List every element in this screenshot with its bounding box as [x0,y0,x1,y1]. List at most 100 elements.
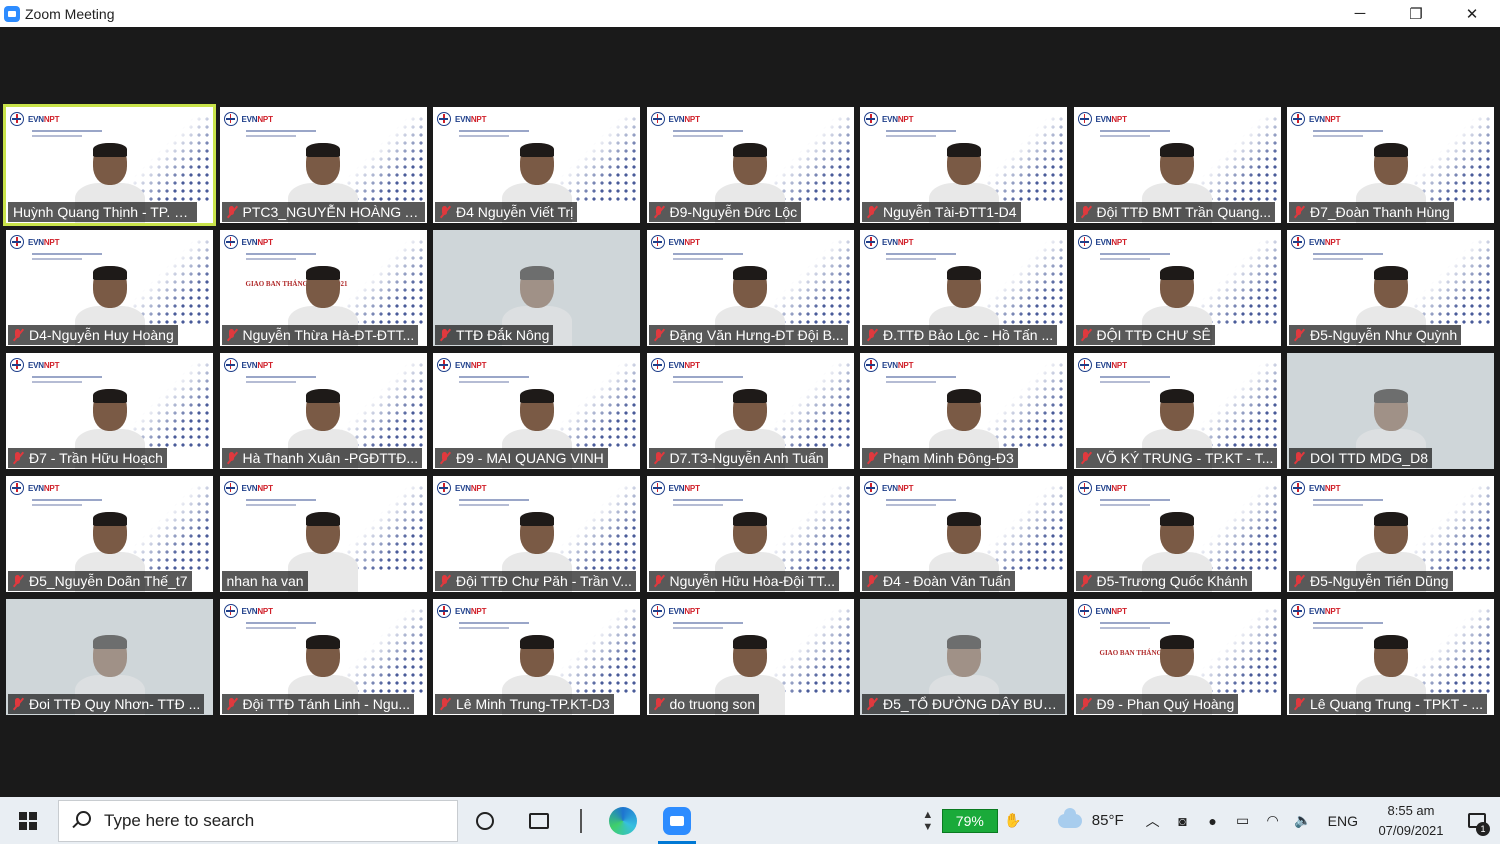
evn-logo-icon: EVNNPT [864,358,913,372]
cortana-button[interactable] [458,797,512,844]
close-button[interactable]: ✕ [1444,0,1500,27]
participant-tile[interactable]: EVNNPT Đ7 - Trần Hữu Hoạch [6,353,213,469]
participant-name: Huỳnh Quang Thịnh - TP. KT... [13,204,193,220]
participant-tile[interactable]: EVNNPT Đội TTĐ Tánh Linh - Ngu... [219,599,427,715]
zoom-logo-icon [4,5,20,22]
participant-tile[interactable]: TTĐ Đắk Nông [433,230,640,346]
evn-logo-icon: EVNNPT [437,112,486,126]
logo-subtitle-line [32,258,82,260]
participant-name: Đặng Văn Hưng-ĐT Đội B... [669,327,844,343]
logo-subtitle-line [1313,258,1363,260]
zoom-app-button[interactable] [650,797,704,844]
participant-tile[interactable]: EVNNPT PTC3_NGUYỄN HOÀNG A... [219,107,427,223]
participant-tile[interactable]: EVNNPT Đ4 Nguyễn Viết Trị [433,107,640,223]
battery-widget[interactable]: 79% [941,808,998,833]
participant-nameplate: VÕ KÝ TRUNG - TP.KT - T... [1075,448,1278,468]
camera-icon[interactable]: ◙ [1168,797,1198,844]
start-button[interactable] [0,797,56,844]
participant-name: do truong son [669,696,756,712]
tray-scroll-arrows-icon[interactable]: ▲ ▼ [920,809,936,833]
participant-tile[interactable]: EVNNPT Huỳnh Quang Thịnh - TP. KT... [3,104,216,226]
participant-tile[interactable]: Đoi TTĐ Quy Nhơn- TTĐ ... [6,599,213,715]
participant-tile[interactable]: Đ5_TỔ ĐƯỜNG DÂY BUÔ... [860,599,1067,715]
participant-tile[interactable]: EVNNPT Phạm Minh Đông-Đ3 [860,353,1067,469]
logo-subtitle-line [672,622,743,624]
participant-tile[interactable]: EVNNPT D4-Nguyễn Huy Hoàng [6,230,213,346]
logo-subtitle-line [245,627,296,629]
participant-tile[interactable]: EVNNPT Nguyễn Tài-ĐTT1-D4 [860,107,1067,223]
participant-tile[interactable]: EVNNPT Nguyễn Hữu Hòa-Đội TT... [646,476,854,592]
participant-name: Đ5-Nguyễn Tiến Dũng [1310,573,1449,589]
restore-button[interactable]: ❐ [1388,0,1444,27]
evn-logo-icon: EVNNPT [1077,604,1127,618]
volume-icon[interactable]: 🔈 [1288,797,1318,844]
evn-logo-icon: EVNNPT [10,235,59,249]
logo-subtitle-line [245,258,296,260]
logo-subtitle-line [672,499,743,501]
muted-mic-icon [864,327,880,343]
logo-subtitle-line [459,381,509,383]
minimize-button[interactable]: ─ [1332,0,1388,27]
muted-mic-icon [1078,204,1094,220]
participant-tile[interactable]: EVNNPT Đ5-Nguyễn Như Quỳnh [1287,230,1494,346]
evn-logo-icon: EVNNPT [10,481,59,495]
participant-nameplate: Đ5_Nguyễn Doãn Thế_t7 [8,571,192,591]
participant-tile[interactable]: EVNNPT VÕ KÝ TRUNG - TP.KT - T... [1073,353,1281,469]
logo-subtitle-line [459,627,509,629]
participant-tile[interactable]: EVNNPT Đặng Văn Hưng-ĐT Đội B... [646,230,854,346]
show-hidden-icons-chevron-icon[interactable]: ︿ [1138,797,1168,844]
participant-tile[interactable]: EVNNPT Đ4 - Đoàn Văn Tuấn [860,476,1067,592]
participant-tile[interactable]: EVNNPT Lê Minh Trung-TP.KT-D3 [433,599,640,715]
logo-subtitle-line [32,499,102,501]
battery-icon[interactable]: ▭ [1228,797,1258,844]
participant-name: Đ9 - Phan Quý Hoàng [1096,696,1235,712]
muted-mic-icon [224,204,240,220]
participant-tile[interactable]: EVNNPT Lê Quang Trung - TPKT - ... [1287,599,1494,715]
participant-name: Nguyễn Hữu Hòa-Đội TT... [669,573,836,589]
participant-tile[interactable]: EVNNPT Đội TTĐ BMT Trần Quang... [1073,107,1281,223]
participant-tile[interactable]: DOI TTD MDG_D8 [1287,353,1494,469]
participant-tile[interactable]: EVNNPT Đ5-Trương Quốc Khánh [1073,476,1281,592]
participant-tile[interactable]: EVNNPT Hà Thanh Xuân -PGĐTTĐ... [219,353,427,469]
participant-tile[interactable]: EVNNPT Đ7_Đoàn Thanh Hùng [1287,107,1494,223]
muted-mic-icon [224,696,240,712]
participant-tile[interactable]: EVNNPT Đội TTĐ Chư Păh - Trần V... [433,476,640,592]
participant-tile[interactable]: EVNNPT Đ9 - MAI QUANG VINH [433,353,640,469]
taskbar-search-box[interactable]: Type here to search [58,799,458,842]
participant-tile[interactable]: EVNNPT D7.T3-Nguyễn Anh Tuấn [646,353,854,469]
microphone-icon[interactable]: ● [1198,797,1228,844]
logo-subtitle-line [672,135,723,137]
participant-nameplate: Đ5-Trương Quốc Khánh [1075,571,1252,591]
muted-mic-icon [864,204,880,220]
participant-nameplate: Đặng Văn Hưng-ĐT Đội B... [648,325,848,345]
wifi-icon[interactable]: ◠ [1258,797,1288,844]
evn-logo-icon: EVNNPT [1291,481,1340,495]
weather-widget[interactable]: 85°F [1057,807,1124,829]
input-language[interactable]: ENG [1328,813,1358,829]
action-center-button[interactable]: 1 [1454,797,1500,844]
clock[interactable]: 8:55 am 07/09/2021 [1374,801,1448,841]
logo-subtitle-line [672,381,723,383]
participant-tile[interactable]: EVNNPT ĐỘI TTĐ CHƯ SÊ [1073,230,1281,346]
muted-mic-icon [224,450,240,466]
logo-subtitle-line [886,258,936,260]
touch-icon[interactable]: ✋ [998,797,1028,844]
participant-tile[interactable]: EVNNPT Đ9-Nguyễn Đức Lộc [646,107,854,223]
participant-nameplate: Nguyễn Tài-ĐTT1-D4 [862,202,1021,222]
taskbar-divider [580,808,582,833]
participant-tile[interactable]: EVNNPT Đ5-Nguyễn Tiến Dũng [1287,476,1494,592]
task-view-icon [529,812,549,829]
participant-tile[interactable]: EVNNPT GIAO BAN THÁNG Đ9 - Phan Quý Hoàng [1073,599,1281,715]
participant-name: Hà Thanh Xuân -PGĐTTĐ... [242,450,419,466]
participant-tile[interactable]: EVNNPT Đ.TTĐ Bảo Lộc - Hồ Tấn ... [860,230,1067,346]
edge-app-button[interactable] [596,797,650,844]
participant-tile[interactable]: EVNNPT GIAO BAN THÁNG 8 NĂM 2021 Nguyễn Th… [219,230,427,346]
logo-subtitle-line [459,376,529,378]
participant-tile[interactable]: EVNNPT do truong son [646,599,854,715]
participant-tile[interactable]: EVNNPT Đ5_Nguyễn Doãn Thế_t7 [6,476,213,592]
participant-nameplate: Lê Minh Trung-TP.KT-D3 [435,694,614,714]
participant-tile[interactable]: EVNNPT nhan ha van [219,476,427,592]
gallery-view: EVNNPT Huỳnh Quang Thịnh - TP. KT... EVNNP… [0,27,1500,797]
participant-name: TTĐ Đắk Nông [456,327,550,343]
task-view-button[interactable] [512,797,566,844]
